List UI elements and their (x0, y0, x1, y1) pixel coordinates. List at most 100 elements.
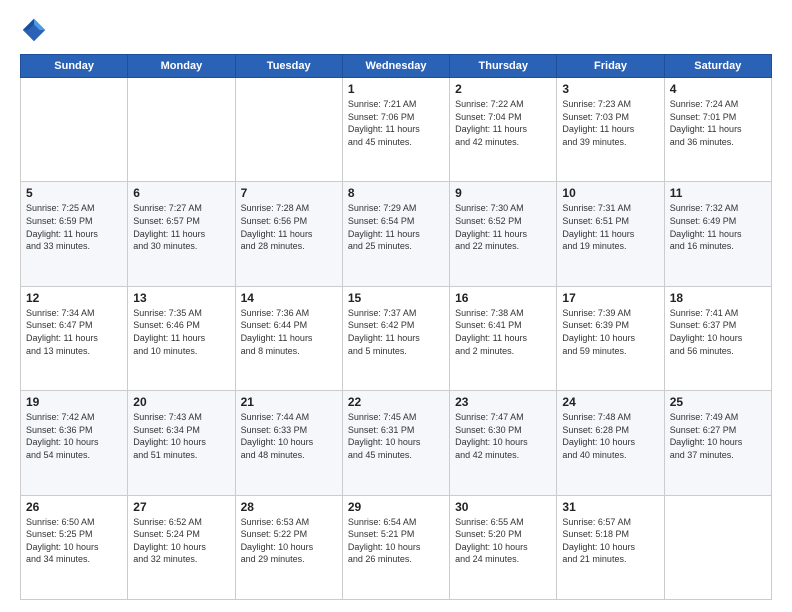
calendar-cell: 25 Sunrise: 7:49 AM Sunset: 6:27 PM Dayli… (664, 391, 771, 495)
logo-icon (20, 16, 48, 44)
day-info: Sunrise: 7:45 AM Sunset: 6:31 PM Dayligh… (348, 411, 444, 461)
day-info: Sunrise: 6:50 AM Sunset: 5:25 PM Dayligh… (26, 516, 122, 566)
day-info: Sunrise: 7:36 AM Sunset: 6:44 PM Dayligh… (241, 307, 337, 357)
day-info: Sunrise: 7:28 AM Sunset: 6:56 PM Dayligh… (241, 202, 337, 252)
calendar-cell: 22 Sunrise: 7:45 AM Sunset: 6:31 PM Dayli… (342, 391, 449, 495)
calendar-cell: 20 Sunrise: 7:43 AM Sunset: 6:34 PM Dayli… (128, 391, 235, 495)
day-info: Sunrise: 7:29 AM Sunset: 6:54 PM Dayligh… (348, 202, 444, 252)
day-number: 10 (562, 186, 658, 200)
day-info: Sunrise: 7:38 AM Sunset: 6:41 PM Dayligh… (455, 307, 551, 357)
day-info: Sunrise: 6:55 AM Sunset: 5:20 PM Dayligh… (455, 516, 551, 566)
calendar-cell: 24 Sunrise: 7:48 AM Sunset: 6:28 PM Dayli… (557, 391, 664, 495)
day-number: 12 (26, 291, 122, 305)
calendar-cell: 3 Sunrise: 7:23 AM Sunset: 7:03 PM Daylig… (557, 78, 664, 182)
calendar-cell: 30 Sunrise: 6:55 AM Sunset: 5:20 PM Dayli… (450, 495, 557, 599)
day-info: Sunrise: 7:37 AM Sunset: 6:42 PM Dayligh… (348, 307, 444, 357)
week-row-1: 5Sunrise: 7:25 AM Sunset: 6:59 PM Daylig… (21, 182, 772, 286)
calendar-cell: 17 Sunrise: 7:39 AM Sunset: 6:39 PM Dayli… (557, 286, 664, 390)
day-info: Sunrise: 7:23 AM Sunset: 7:03 PM Dayligh… (562, 98, 658, 148)
weekday-header-tuesday: Tuesday (235, 55, 342, 78)
day-info: Sunrise: 7:25 AM Sunset: 6:59 PM Dayligh… (26, 202, 122, 252)
calendar-cell: 14 Sunrise: 7:36 AM Sunset: 6:44 PM Dayli… (235, 286, 342, 390)
calendar-cell: 16 Sunrise: 7:38 AM Sunset: 6:41 PM Dayli… (450, 286, 557, 390)
calendar-cell: 1 Sunrise: 7:21 AM Sunset: 7:06 PM Daylig… (342, 78, 449, 182)
calendar-cell: 4 Sunrise: 7:24 AM Sunset: 7:01 PM Daylig… (664, 78, 771, 182)
weekday-header-saturday: Saturday (664, 55, 771, 78)
day-number: 22 (348, 395, 444, 409)
day-number: 14 (241, 291, 337, 305)
day-number: 6 (133, 186, 229, 200)
weekday-header-monday: Monday (128, 55, 235, 78)
day-number: 19 (26, 395, 122, 409)
day-number: 4 (670, 82, 766, 96)
day-number: 27 (133, 500, 229, 514)
day-number: 11 (670, 186, 766, 200)
day-info: Sunrise: 7:44 AM Sunset: 6:33 PM Dayligh… (241, 411, 337, 461)
day-number: 23 (455, 395, 551, 409)
weekday-header-row: SundayMondayTuesdayWednesdayThursdayFrid… (21, 55, 772, 78)
day-number: 30 (455, 500, 551, 514)
day-number: 24 (562, 395, 658, 409)
header (20, 16, 772, 44)
day-number: 17 (562, 291, 658, 305)
calendar-cell: 10 Sunrise: 7:31 AM Sunset: 6:51 PM Dayli… (557, 182, 664, 286)
calendar-cell: 29Sunrise: 6:54 AM Sunset: 5:21 PM Dayli… (342, 495, 449, 599)
day-info: Sunrise: 7:27 AM Sunset: 6:57 PM Dayligh… (133, 202, 229, 252)
calendar-cell: 23 Sunrise: 7:47 AM Sunset: 6:30 PM Dayli… (450, 391, 557, 495)
week-row-4: 26 Sunrise: 6:50 AM Sunset: 5:25 PM Dayli… (21, 495, 772, 599)
day-number: 7 (241, 186, 337, 200)
day-number: 25 (670, 395, 766, 409)
day-number: 2 (455, 82, 551, 96)
weekday-header-friday: Friday (557, 55, 664, 78)
day-info: Sunrise: 7:21 AM Sunset: 7:06 PM Dayligh… (348, 98, 444, 148)
calendar-cell: 9 Sunrise: 7:30 AM Sunset: 6:52 PM Daylig… (450, 182, 557, 286)
calendar-cell: 26 Sunrise: 6:50 AM Sunset: 5:25 PM Dayli… (21, 495, 128, 599)
day-info: Sunrise: 7:32 AM Sunset: 6:49 PM Dayligh… (670, 202, 766, 252)
day-number: 26 (26, 500, 122, 514)
page: SundayMondayTuesdayWednesdayThursdayFrid… (0, 0, 792, 612)
day-number: 1 (348, 82, 444, 96)
calendar-cell: 18 Sunrise: 7:41 AM Sunset: 6:37 PM Dayli… (664, 286, 771, 390)
calendar-cell: 28Sunrise: 6:53 AM Sunset: 5:22 PM Dayli… (235, 495, 342, 599)
day-info: Sunrise: 7:43 AM Sunset: 6:34 PM Dayligh… (133, 411, 229, 461)
day-number: 18 (670, 291, 766, 305)
calendar-cell (128, 78, 235, 182)
calendar-cell: 11 Sunrise: 7:32 AM Sunset: 6:49 PM Dayli… (664, 182, 771, 286)
day-info: Sunrise: 7:49 AM Sunset: 6:27 PM Dayligh… (670, 411, 766, 461)
calendar-cell (21, 78, 128, 182)
calendar-cell: 13Sunrise: 7:35 AM Sunset: 6:46 PM Dayli… (128, 286, 235, 390)
day-info: Sunrise: 7:47 AM Sunset: 6:30 PM Dayligh… (455, 411, 551, 461)
weekday-header-thursday: Thursday (450, 55, 557, 78)
calendar-cell: 8Sunrise: 7:29 AM Sunset: 6:54 PM Daylig… (342, 182, 449, 286)
week-row-3: 19 Sunrise: 7:42 AM Sunset: 6:36 PM Dayli… (21, 391, 772, 495)
day-number: 20 (133, 395, 229, 409)
day-number: 21 (241, 395, 337, 409)
day-number: 3 (562, 82, 658, 96)
calendar-cell: 21 Sunrise: 7:44 AM Sunset: 6:33 PM Dayli… (235, 391, 342, 495)
day-number: 16 (455, 291, 551, 305)
day-info: Sunrise: 7:31 AM Sunset: 6:51 PM Dayligh… (562, 202, 658, 252)
day-info: Sunrise: 7:42 AM Sunset: 6:36 PM Dayligh… (26, 411, 122, 461)
calendar-cell (235, 78, 342, 182)
day-info: Sunrise: 7:35 AM Sunset: 6:46 PM Dayligh… (133, 307, 229, 357)
calendar-cell: 5Sunrise: 7:25 AM Sunset: 6:59 PM Daylig… (21, 182, 128, 286)
day-info: Sunrise: 7:30 AM Sunset: 6:52 PM Dayligh… (455, 202, 551, 252)
weekday-header-wednesday: Wednesday (342, 55, 449, 78)
weekday-header-sunday: Sunday (21, 55, 128, 78)
calendar-cell: 19 Sunrise: 7:42 AM Sunset: 6:36 PM Dayli… (21, 391, 128, 495)
calendar-cell: 2Sunrise: 7:22 AM Sunset: 7:04 PM Daylig… (450, 78, 557, 182)
calendar-cell: 27 Sunrise: 6:52 AM Sunset: 5:24 PM Dayli… (128, 495, 235, 599)
calendar-cell: 12Sunrise: 7:34 AM Sunset: 6:47 PM Dayli… (21, 286, 128, 390)
day-info: Sunrise: 7:48 AM Sunset: 6:28 PM Dayligh… (562, 411, 658, 461)
day-number: 31 (562, 500, 658, 514)
day-info: Sunrise: 6:53 AM Sunset: 5:22 PM Dayligh… (241, 516, 337, 566)
day-info: Sunrise: 7:24 AM Sunset: 7:01 PM Dayligh… (670, 98, 766, 148)
day-info: Sunrise: 7:41 AM Sunset: 6:37 PM Dayligh… (670, 307, 766, 357)
day-number: 9 (455, 186, 551, 200)
logo (20, 16, 52, 44)
calendar-cell: 6 Sunrise: 7:27 AM Sunset: 6:57 PM Daylig… (128, 182, 235, 286)
day-info: Sunrise: 6:52 AM Sunset: 5:24 PM Dayligh… (133, 516, 229, 566)
day-info: Sunrise: 7:39 AM Sunset: 6:39 PM Dayligh… (562, 307, 658, 357)
week-row-2: 12Sunrise: 7:34 AM Sunset: 6:47 PM Dayli… (21, 286, 772, 390)
day-number: 29 (348, 500, 444, 514)
